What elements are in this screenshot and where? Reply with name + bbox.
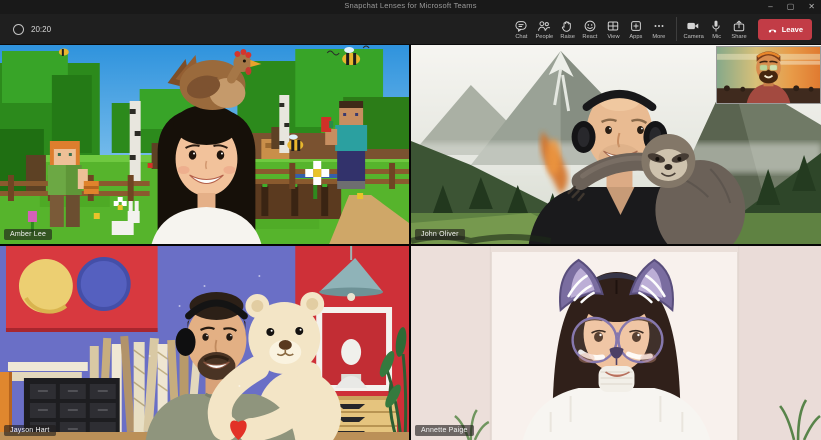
share-button[interactable]: Share	[728, 18, 751, 41]
hang-up-icon	[767, 24, 778, 35]
more-icon	[652, 19, 666, 33]
button-label: Raise	[560, 34, 575, 40]
leave-label: Leave	[782, 25, 803, 34]
mic-button[interactable]: Mic	[705, 18, 728, 41]
mic-icon	[709, 19, 723, 33]
raise-hand-icon	[560, 19, 574, 33]
share-icon	[732, 19, 746, 33]
view-icon	[606, 19, 620, 33]
button-label: View	[607, 34, 619, 40]
button-label: People	[535, 34, 553, 40]
apps-icon	[629, 19, 643, 33]
minimize-button[interactable]: –	[768, 0, 772, 14]
button-label: Camera	[683, 34, 703, 40]
participant-name-label: Amber Lee	[4, 229, 52, 240]
camera-icon	[686, 19, 700, 33]
titlebar: Snapchat Lenses for Microsoft Teams – ▢ …	[0, 0, 821, 14]
raise-hand-button[interactable]: Raise	[556, 18, 579, 41]
button-label: Chat	[515, 34, 527, 40]
button-label: Mic	[712, 34, 721, 40]
cat-lens-scene-graphic	[411, 246, 821, 440]
button-label: Apps	[630, 34, 643, 40]
maximize-button[interactable]: ▢	[787, 0, 795, 14]
leave-button[interactable]: Leave	[758, 19, 812, 40]
close-button[interactable]: ✕	[808, 0, 815, 14]
teams-window: Snapchat Lenses for Microsoft Teams – ▢ …	[0, 0, 821, 440]
button-label: React	[583, 34, 598, 40]
meeting-timer: 20:20	[31, 25, 51, 34]
participant-name-label: Annette Paige	[415, 425, 474, 436]
self-view-tile[interactable]	[716, 46, 821, 104]
minecraft-scene-graphic	[0, 45, 409, 244]
window-controls: – ▢ ✕	[768, 0, 815, 14]
toolbar-actions: Chat People Raise	[510, 17, 821, 41]
people-button[interactable]: People	[533, 18, 556, 41]
self-view-graphic	[717, 47, 820, 103]
chat-icon	[514, 19, 528, 33]
video-tile-amber-lee[interactable]: Amber Lee	[0, 45, 409, 244]
people-icon	[537, 19, 551, 33]
view-button[interactable]: View	[602, 18, 625, 41]
meeting-toolbar: 20:20 Chat People	[0, 14, 821, 45]
button-label: Share	[732, 34, 747, 40]
video-tile-annette-paige[interactable]: Annette Paige	[411, 246, 821, 440]
participant-name-label: Jayson Hart	[4, 425, 56, 436]
studio-scene-graphic	[0, 246, 409, 440]
camera-button[interactable]: Camera	[682, 18, 705, 41]
meeting-info: 20:20	[13, 24, 51, 35]
more-button[interactable]: More	[648, 18, 671, 41]
toolbar-divider	[676, 17, 677, 41]
video-grid: Amber Lee	[0, 45, 821, 440]
react-button[interactable]: React	[579, 18, 602, 41]
apps-button[interactable]: Apps	[625, 18, 648, 41]
window-title: Snapchat Lenses for Microsoft Teams	[0, 1, 821, 10]
timer-icon	[13, 24, 24, 35]
participant-name-label: John Oliver	[415, 229, 465, 240]
chat-button[interactable]: Chat	[510, 18, 533, 41]
video-tile-jayson-hart[interactable]: Jayson Hart	[0, 246, 409, 440]
button-label: More	[653, 34, 666, 40]
react-icon	[583, 19, 597, 33]
